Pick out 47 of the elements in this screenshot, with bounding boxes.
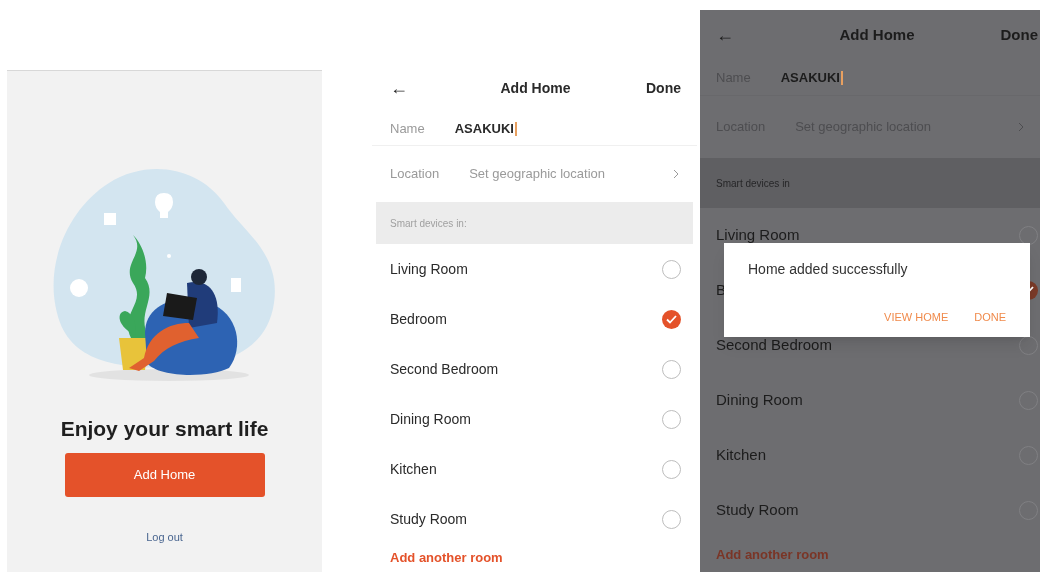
room-name: Study Room: [716, 500, 799, 521]
log-out-link[interactable]: Log out: [146, 528, 183, 545]
room-name: Kitchen: [390, 459, 437, 479]
back-button[interactable]: ←: [390, 74, 430, 102]
section-header: Smart devices in: [700, 158, 1040, 208]
done-button[interactable]: Done: [998, 23, 1038, 47]
room-row[interactable]: Dining Room: [700, 373, 1040, 428]
section-header: Smart devices in:: [376, 202, 693, 244]
room-name: Living Room: [716, 225, 800, 246]
name-label: Name: [390, 119, 425, 138]
dialog-message: Home added successfully: [748, 260, 909, 279]
room-row[interactable]: Bedroom: [372, 294, 697, 344]
welcome-title: Enjoy your smart life: [60, 416, 269, 442]
add-another-room-link[interactable]: Add another room: [390, 548, 503, 568]
room-row[interactable]: Second Bedroom: [372, 344, 697, 394]
room-row[interactable]: Kitchen: [700, 428, 1040, 483]
room-name: Second Bedroom: [716, 335, 832, 356]
room-row[interactable]: Living Room: [372, 244, 697, 294]
room-name: Second Bedroom: [390, 359, 499, 379]
location-label: Location: [390, 165, 440, 184]
name-input[interactable]: ASAKUKI: [780, 67, 843, 88]
room-name: Living Room: [390, 259, 468, 279]
back-button[interactable]: ←: [716, 21, 756, 49]
text-cursor-icon: [514, 121, 517, 136]
room-row[interactable]: Kitchen: [372, 444, 697, 494]
chevron-right-icon: [1018, 122, 1024, 132]
text-cursor-icon: [840, 70, 843, 85]
screen-title: Add Home: [500, 78, 571, 98]
location-selector[interactable]: Set geographic location: [469, 164, 679, 184]
room-row[interactable]: Study Room: [700, 483, 1040, 538]
add-home-button[interactable]: Add Home: [64, 452, 265, 497]
room-radio[interactable]: [662, 309, 681, 329]
room-name: Dining Room: [716, 390, 803, 411]
add-another-room-link[interactable]: Add another room: [716, 545, 829, 565]
screen-title: Add Home: [839, 24, 915, 45]
room-row[interactable]: Study Room: [372, 494, 697, 544]
name-input[interactable]: ASAKUKI: [454, 118, 517, 139]
dialog-button[interactable]: DONE: [974, 308, 1006, 325]
room-name: Bedroom: [390, 309, 447, 329]
checkmark-icon: [666, 314, 677, 324]
chevron-right-icon: [673, 169, 679, 179]
dialog-button[interactable]: VIEW HOME: [884, 308, 949, 325]
room-name: Study Room: [390, 509, 468, 529]
room-name: Kitchen: [716, 445, 767, 466]
room-row[interactable]: Dining Room: [372, 394, 697, 444]
room-name: Dining Room: [390, 409, 471, 429]
done-button[interactable]: Done: [641, 77, 681, 99]
